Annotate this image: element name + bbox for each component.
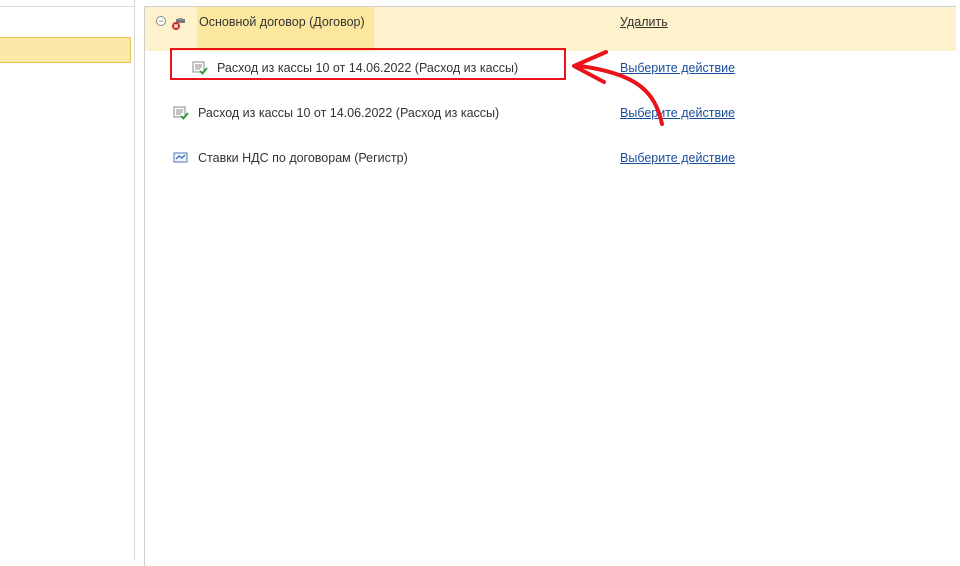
child-item-label: Расход из кассы 10 от 14.06.2022 (Расход… <box>217 61 519 75</box>
posted-document-icon <box>173 106 189 120</box>
tree-row-child-3[interactable]: Ставки НДС по договорам (Регистр) Выбери… <box>145 141 956 186</box>
register-icon <box>173 152 188 163</box>
child-item-label: Ставки НДС по договорам (Регистр) <box>198 151 408 165</box>
choose-action-link[interactable]: Выберите действие <box>620 151 735 165</box>
choose-action-link[interactable]: Выберите действие <box>620 106 735 120</box>
selected-cell <box>197 7 374 51</box>
tree-row-child-1[interactable]: Расход из кассы 10 от 14.06.2022 (Расход… <box>145 51 956 96</box>
parent-item-label: Основной договор (Договор) <box>199 15 365 29</box>
tree-row-child-2[interactable]: Расход из кассы 10 от 14.06.2022 (Расход… <box>145 96 956 141</box>
catalog-marked-deletion-icon <box>172 18 185 30</box>
child-item-label: Расход из кассы 10 от 14.06.2022 (Расход… <box>198 106 500 120</box>
delete-link[interactable]: Удалить <box>620 15 668 29</box>
choose-action-link[interactable]: Выберите действие <box>620 61 735 75</box>
left-panel-top-border <box>0 6 134 7</box>
collapse-toggle-icon[interactable]: − <box>156 16 166 26</box>
left-list-selected-row[interactable] <box>0 37 131 63</box>
left-panel <box>0 0 135 560</box>
references-tree-panel: − Основной договор (Договор) Удалить Рас… <box>144 6 956 566</box>
tree-row-parent[interactable]: − Основной договор (Договор) Удалить <box>145 7 956 51</box>
posted-document-icon <box>192 61 208 75</box>
